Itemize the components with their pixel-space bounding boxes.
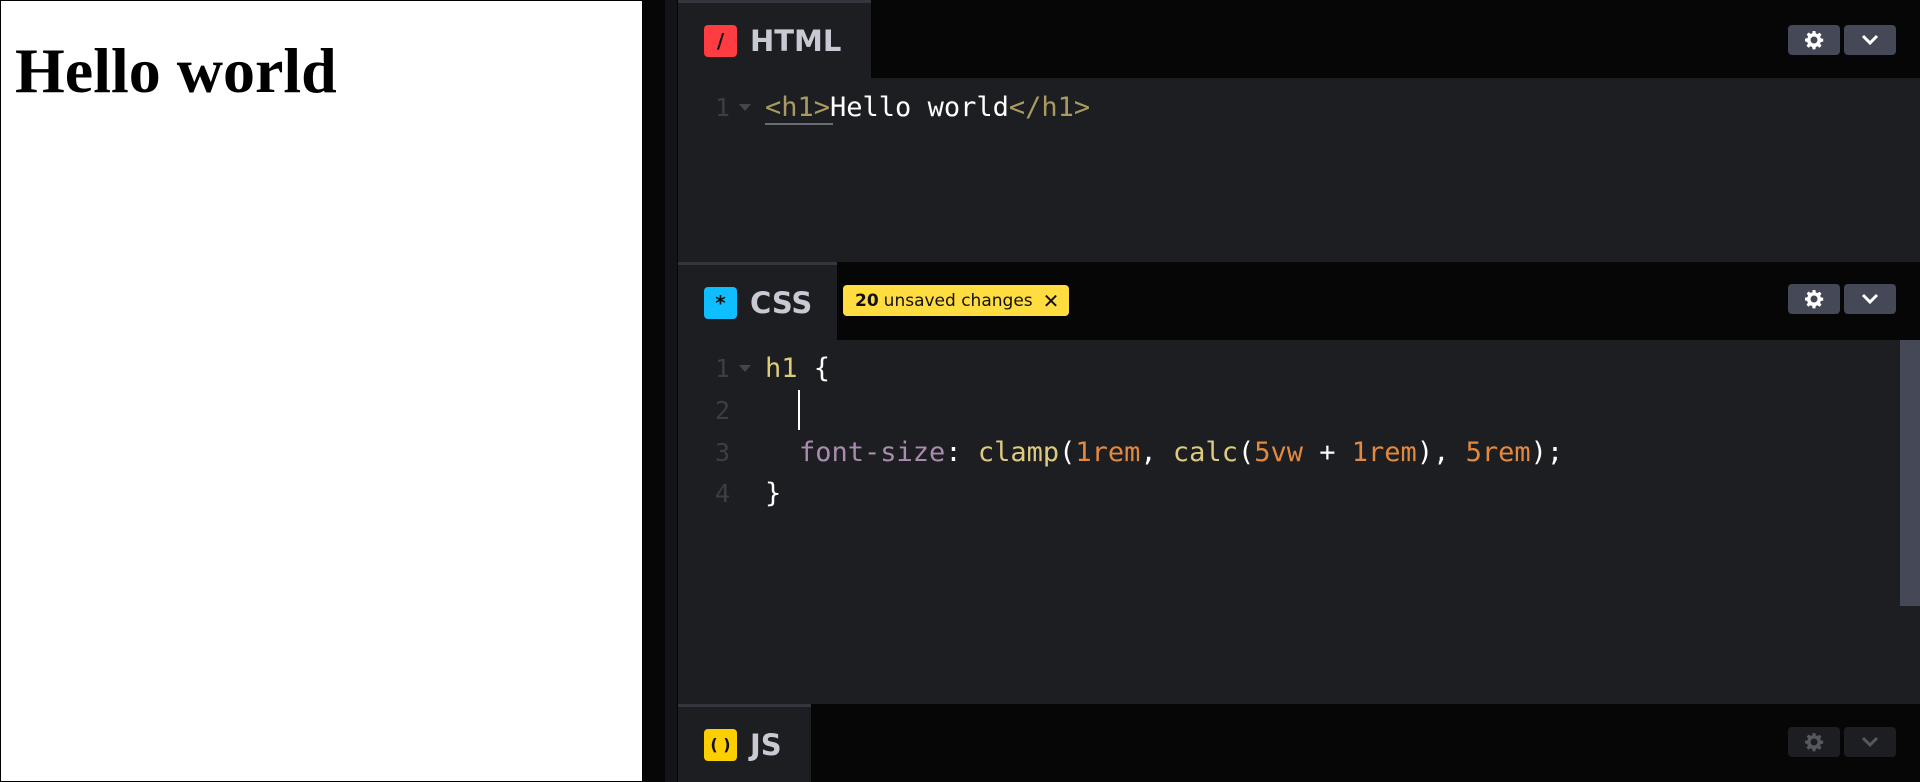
html-collapse-button[interactable] [1844, 25, 1896, 55]
js-settings-button[interactable] [1788, 727, 1840, 757]
chevron-down-icon [1861, 34, 1879, 46]
css-badge-icon: * [704, 286, 737, 319]
js-badge-icon: ( ) [704, 728, 737, 761]
preview-heading: Hello world [15, 35, 337, 106]
tab-css[interactable]: * CSS [678, 262, 837, 340]
code-token: , [1140, 436, 1173, 468]
code-token: ); [1530, 436, 1564, 468]
code-token: clamp [977, 436, 1060, 468]
unsaved-count: 20 [855, 290, 879, 311]
code-token: 1rem [1351, 436, 1417, 468]
code-token: 1rem [1075, 436, 1141, 468]
tab-css-label: CSS [750, 285, 813, 320]
tab-js[interactable]: ( ) JS [678, 704, 811, 782]
tab-html-label: HTML [750, 23, 842, 58]
code-token: font-size [799, 436, 946, 468]
line-number: 1 [714, 92, 730, 122]
html-badge-icon: / [704, 24, 737, 57]
css-code-area[interactable]: 1 h1 { 2 3 font-size: clamp(1rem, calc(5… [678, 340, 1920, 704]
code-token: ( [1059, 436, 1076, 468]
code-token: <h1> [765, 91, 831, 123]
code-token: Hello world [830, 91, 1009, 123]
code-token: { [797, 352, 831, 384]
html-settings-button[interactable] [1788, 25, 1840, 55]
js-collapse-button[interactable] [1844, 727, 1896, 757]
line-number: 2 [714, 395, 730, 425]
unsaved-changes-badge[interactable]: 20 unsaved changes ✕ [843, 285, 1070, 316]
html-editor-header: / HTML [678, 0, 1920, 78]
code-token: ), [1416, 436, 1466, 468]
code-token: ( [1237, 436, 1255, 468]
css-collapse-button[interactable] [1844, 284, 1896, 314]
text-cursor [798, 390, 800, 430]
code-token: h1 [765, 352, 798, 384]
html-editor-panel: / HTML 1 <h1>Hello world</h1> [678, 0, 1920, 262]
code-token: + [1303, 436, 1352, 468]
css-editor-panel: * CSS 1 h1 { 2 3 font-size: clamp(1rem, … [678, 262, 1920, 704]
tag-match-underline [765, 123, 833, 125]
gear-icon [1805, 31, 1824, 50]
gear-icon [1805, 290, 1824, 309]
code-token: calc [1172, 436, 1238, 468]
code-token: : [945, 436, 978, 468]
code-token: </h1> [1008, 91, 1091, 123]
chevron-down-icon [1861, 736, 1879, 748]
html-code-area[interactable]: 1 <h1>Hello world</h1> [678, 78, 1920, 262]
line-number: 4 [714, 478, 730, 508]
unsaved-label: unsaved changes [883, 290, 1033, 311]
fold-arrow-icon[interactable] [739, 365, 751, 372]
fold-arrow-icon[interactable] [739, 104, 751, 111]
tab-js-label: JS [750, 727, 782, 762]
line-number: 1 [714, 353, 730, 383]
editor-column: / HTML 1 <h1>Hello world</h1> * CSS 1 h1… [678, 0, 1920, 782]
css-settings-button[interactable] [1788, 284, 1840, 314]
pane-resizer-handle[interactable] [665, 0, 677, 782]
code-token: 5rem [1465, 436, 1531, 468]
result-preview: Hello world [1, 1, 642, 781]
code-token: } [765, 477, 782, 509]
code-token: 5vw [1254, 436, 1303, 468]
js-editor-panel: ( ) JS [678, 704, 1920, 782]
js-editor-header: ( ) JS [678, 704, 1920, 782]
gear-icon [1805, 733, 1824, 752]
tab-html[interactable]: / HTML [678, 0, 871, 78]
line-number: 3 [714, 437, 730, 467]
close-icon[interactable]: ✕ [1043, 291, 1060, 311]
chevron-down-icon [1861, 293, 1879, 305]
css-scrollbar[interactable] [1900, 340, 1920, 606]
